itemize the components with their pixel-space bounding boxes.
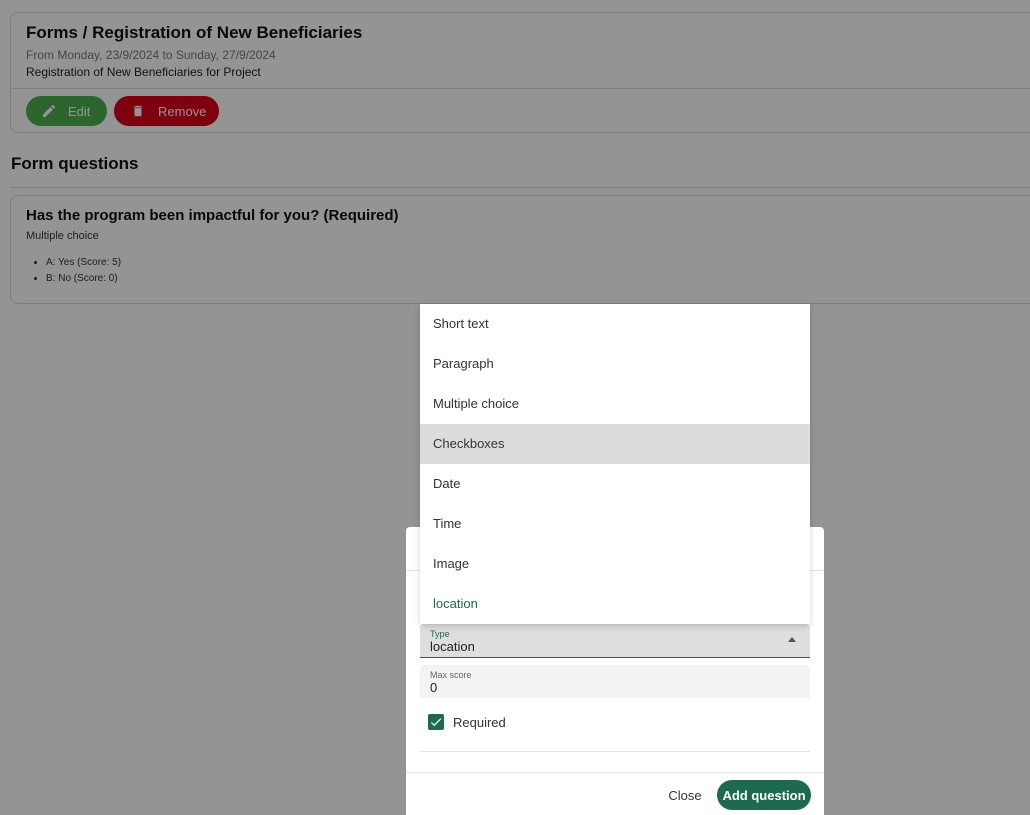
- type-label: Type: [430, 629, 450, 639]
- dropdown-option-date[interactable]: Date: [420, 464, 810, 504]
- required-checkbox-row[interactable]: Required: [428, 713, 506, 731]
- caret-up-icon: [788, 637, 796, 642]
- max-score-field[interactable]: Max score 0: [420, 665, 810, 698]
- dropdown-option-time[interactable]: Time: [420, 504, 810, 544]
- dropdown-option-image[interactable]: Image: [420, 544, 810, 584]
- dropdown-option-multiple-choice[interactable]: Multiple choice: [420, 384, 810, 424]
- check-icon: [430, 718, 442, 727]
- type-select[interactable]: Type location: [420, 624, 810, 658]
- dialog-footer-divider: [406, 772, 824, 773]
- dialog-divider: [420, 751, 810, 752]
- type-dropdown-menu: Short text Paragraph Multiple choice Che…: [420, 304, 810, 624]
- page: Forms / Registration of New Beneficiarie…: [0, 0, 1030, 815]
- dropdown-option-paragraph[interactable]: Paragraph: [420, 344, 810, 384]
- max-score-label: Max score: [430, 670, 472, 680]
- required-label: Required: [453, 714, 506, 730]
- type-value: location: [430, 639, 475, 654]
- max-score-value: 0: [430, 680, 438, 695]
- dropdown-option-short-text[interactable]: Short text: [420, 304, 810, 344]
- close-button[interactable]: Close: [662, 780, 708, 810]
- add-question-button[interactable]: Add question: [717, 780, 811, 810]
- dropdown-option-checkboxes[interactable]: Checkboxes: [420, 424, 810, 464]
- dropdown-option-location[interactable]: location: [420, 584, 810, 624]
- required-checkbox[interactable]: [428, 714, 444, 730]
